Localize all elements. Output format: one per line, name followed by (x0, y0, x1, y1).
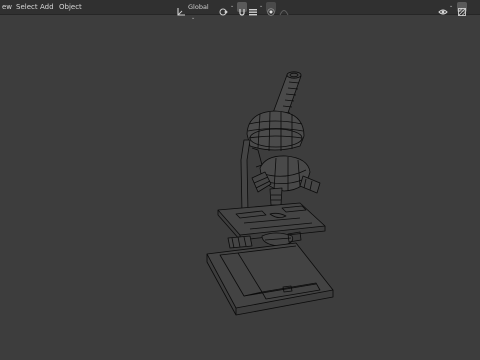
viewport-header: ew Select Add Object Global ⌄ ⌄ ⌄ ⌄ (0, 0, 480, 21)
menu-view[interactable]: ew (0, 1, 14, 13)
xray-toggle-icon[interactable] (457, 2, 467, 16)
falloff-curve-icon[interactable] (279, 2, 289, 16)
snap-increment-icon[interactable] (248, 2, 258, 16)
menu-object[interactable]: Object (57, 1, 84, 13)
transform-orientation-select[interactable]: Global ⌄ (186, 2, 216, 21)
3d-viewport[interactable] (0, 15, 480, 360)
object-visibility-icon[interactable] (438, 2, 448, 15)
chevron-down-icon[interactable]: ⌄ (449, 3, 453, 9)
microscope-head (246, 110, 305, 152)
transform-orientation-value: Global (188, 3, 209, 11)
nosepiece-turret (251, 155, 321, 206)
microscope-wireframe (206, 71, 334, 316)
chevron-down-icon[interactable]: ⌄ (230, 3, 234, 9)
menu-select[interactable]: Select (14, 1, 40, 13)
chevron-down-icon[interactable]: ⌄ (259, 3, 263, 9)
snap-magnet-icon[interactable] (237, 2, 247, 16)
proportional-editing-icon[interactable] (266, 2, 276, 16)
microscope-base (206, 242, 334, 316)
menu-add[interactable]: Add (38, 1, 56, 13)
pivot-point-icon[interactable] (219, 2, 229, 16)
orientation-axes-icon[interactable] (176, 2, 186, 16)
blender-window: ew Select Add Object Global ⌄ ⌄ ⌄ ⌄ (0, 0, 480, 360)
